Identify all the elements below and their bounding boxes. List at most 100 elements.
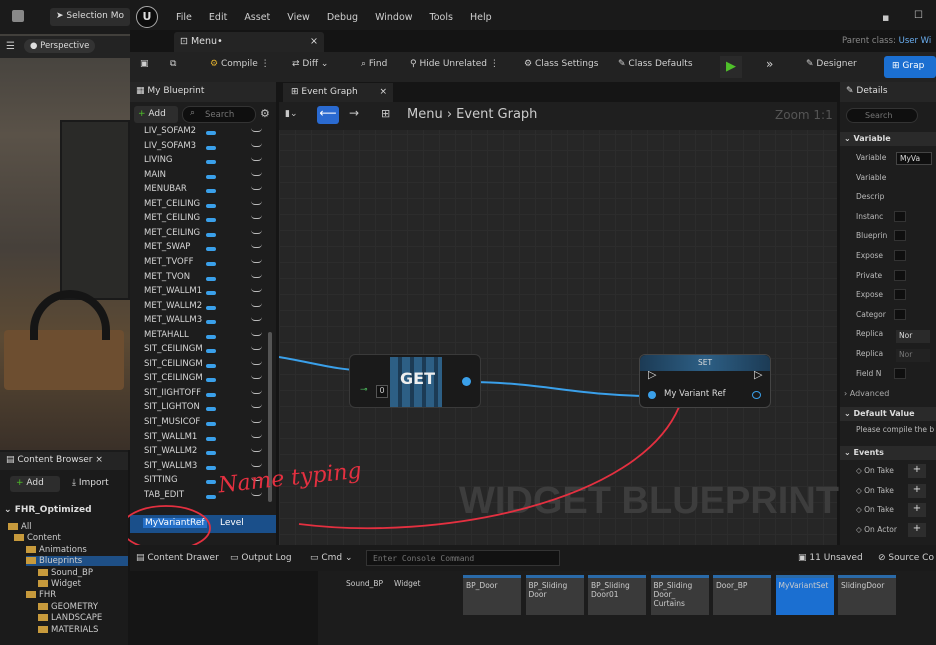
asset-tile[interactable]: Widget	[394, 579, 420, 588]
eye-icon[interactable]	[251, 230, 262, 234]
index-field[interactable]: 0	[376, 385, 388, 398]
value-pin[interactable]	[648, 391, 656, 399]
eye-icon[interactable]	[251, 244, 262, 249]
gear-icon[interactable]: ⚙	[260, 107, 270, 120]
variable-item[interactable]: LIVING	[130, 155, 270, 169]
eye-icon[interactable]	[251, 404, 262, 409]
checkbox[interactable]	[894, 269, 906, 281]
eye-icon[interactable]	[251, 201, 262, 205]
folder-item[interactable]: LANDSCAPE	[38, 613, 102, 623]
graph-button[interactable]: ⊞ Grap	[884, 56, 936, 78]
asset-tile[interactable]: Sound_BP	[346, 579, 383, 588]
eye-icon[interactable]	[251, 332, 262, 336]
variable-item[interactable]: MET_WALLM1	[130, 286, 270, 300]
variable-item[interactable]: MET_TVON	[130, 272, 270, 286]
output-log-button[interactable]: ▭ Output Log	[230, 553, 292, 563]
skip-icon[interactable]: »	[766, 57, 773, 71]
folder-item[interactable]: Animations	[26, 545, 87, 555]
variable-item[interactable]: SIT_CEILINGM	[130, 359, 270, 373]
add-event-button[interactable]: +	[908, 503, 926, 517]
folder-item[interactable]: FHR	[26, 590, 56, 600]
folder-item[interactable]: All	[8, 522, 32, 532]
class-defaults-button[interactable]: ✎ Class Defaults	[618, 59, 693, 69]
hamburger-icon[interactable]: ☰	[6, 41, 15, 52]
asset-tile[interactable]: BP_Sliding Door	[525, 575, 584, 615]
add-event-button[interactable]: +	[908, 464, 926, 478]
content-drawer-button[interactable]: ▤ Content Drawer	[136, 553, 219, 563]
browse-icon[interactable]: ⧉	[170, 59, 176, 69]
eye-icon[interactable]	[251, 390, 262, 394]
eye-icon[interactable]	[251, 375, 262, 380]
variable-item[interactable]: MET_WALLM2	[130, 301, 270, 315]
eye-icon[interactable]	[251, 317, 262, 322]
events-section[interactable]: ⌄ Events	[840, 446, 936, 460]
output-pin[interactable]	[462, 377, 471, 386]
replication-dropdown[interactable]: Nor	[896, 330, 930, 343]
checkbox[interactable]	[894, 367, 906, 379]
menu-window[interactable]: Window	[375, 12, 412, 23]
checkbox[interactable]	[894, 250, 906, 261]
eye-icon[interactable]	[251, 346, 262, 351]
eye-icon[interactable]	[251, 186, 262, 191]
my-blueprint-tab[interactable]: ▦ My Blueprint	[130, 82, 276, 102]
checkbox[interactable]	[894, 289, 906, 301]
index-pin[interactable]: ⊸	[360, 385, 368, 395]
back-arrow-icon[interactable]: ⟵	[317, 106, 339, 124]
folder-item[interactable]: GEOMETRY	[38, 602, 98, 612]
save-icon[interactable]	[12, 10, 24, 22]
eye-icon[interactable]	[251, 128, 262, 132]
checkbox[interactable]	[894, 230, 906, 242]
variable-item[interactable]: MET_CEILING	[130, 228, 270, 242]
eye-icon[interactable]	[251, 259, 262, 263]
asset-tile[interactable]: Door_BP	[713, 575, 771, 615]
variable-item[interactable]: SIT_LIGHTON	[130, 402, 270, 416]
variable-item[interactable]: SIT_CEILINGM	[130, 373, 270, 387]
menu-tools[interactable]: Tools	[430, 12, 453, 23]
designer-button[interactable]: ✎ Designer	[806, 59, 857, 69]
diff-button[interactable]: ⇄ Diff ⌄	[292, 59, 328, 69]
event-graph-canvas[interactable]: WIDGET BLUEPRINT GET ⊸ 0 SET ▷ ▷ My Vari…	[279, 102, 839, 545]
value-out-pin[interactable]	[752, 391, 761, 399]
minimize-icon[interactable]: ▪	[882, 11, 889, 24]
asset-tile[interactable]: BP_Sliding Door01	[588, 575, 646, 615]
variable-item[interactable]: MAIN	[130, 170, 270, 184]
add-button[interactable]: + Add	[134, 106, 178, 123]
exec-in-pin[interactable]: ▷	[648, 368, 656, 381]
console-input[interactable]	[366, 550, 560, 566]
menu-file[interactable]: File	[176, 12, 192, 23]
variable-item[interactable]: SIT_WALLM1	[130, 432, 270, 446]
perspective-button[interactable]: ● Perspective	[24, 39, 96, 53]
folder-item[interactable]: Sound_BP	[38, 568, 93, 578]
save-icon[interactable]: ▣	[140, 59, 149, 69]
find-button[interactable]: ⌕ Find	[361, 59, 387, 69]
eye-icon[interactable]	[251, 274, 262, 278]
eye-icon[interactable]	[251, 434, 262, 438]
variable-item[interactable]: SIT_WALLM2	[130, 446, 270, 460]
variable-name-field[interactable]: MyVa	[896, 152, 932, 165]
tab-event-graph[interactable]: ⊞ Event Graph ×	[283, 83, 393, 102]
variable-item[interactable]: LIV_SOFAM3	[130, 141, 270, 155]
default-value-section[interactable]: ⌄ Default Value	[840, 407, 936, 421]
eye-icon[interactable]	[251, 463, 262, 467]
details-search-input[interactable]	[846, 108, 918, 123]
replication-condition-dropdown[interactable]: Nor	[896, 349, 930, 362]
variable-section[interactable]: ⌄ Variable	[840, 132, 936, 146]
cb-root[interactable]: ⌄ FHR_Optimized	[4, 505, 92, 515]
unreal-logo-icon[interactable]: U	[136, 6, 158, 28]
asset-tile[interactable]: SlidingDoor	[838, 575, 896, 615]
folder-item[interactable]: MATERIALS	[38, 625, 98, 635]
variable-item[interactable]: MET_SWAP	[130, 242, 270, 256]
cmd-button[interactable]: ▭ Cmd ⌄	[310, 553, 353, 563]
set-node[interactable]: SET ▷ ▷ My Variant Ref	[639, 354, 771, 408]
content-browser-tab[interactable]: ▤ Content Browser ×	[0, 452, 128, 470]
eye-icon[interactable]	[251, 361, 262, 365]
bookmark-icon[interactable]: ▮⌄	[285, 109, 298, 119]
menu-debug[interactable]: Debug	[327, 12, 358, 23]
unsaved-button[interactable]: ▣ 11 Unsaved	[798, 553, 863, 563]
variable-item[interactable]: METAHALL	[130, 330, 270, 344]
asset-tile[interactable]: BP_Sliding Door_ Curtains	[650, 575, 709, 615]
tab-menu[interactable]: ⊡ Menu• ×	[174, 32, 324, 52]
variable-item[interactable]: LIV_SOFAM2	[130, 126, 270, 140]
variable-item[interactable]: SIT_MUSICOF	[130, 417, 270, 431]
variable-item[interactable]: MET_TVOFF	[130, 257, 270, 271]
